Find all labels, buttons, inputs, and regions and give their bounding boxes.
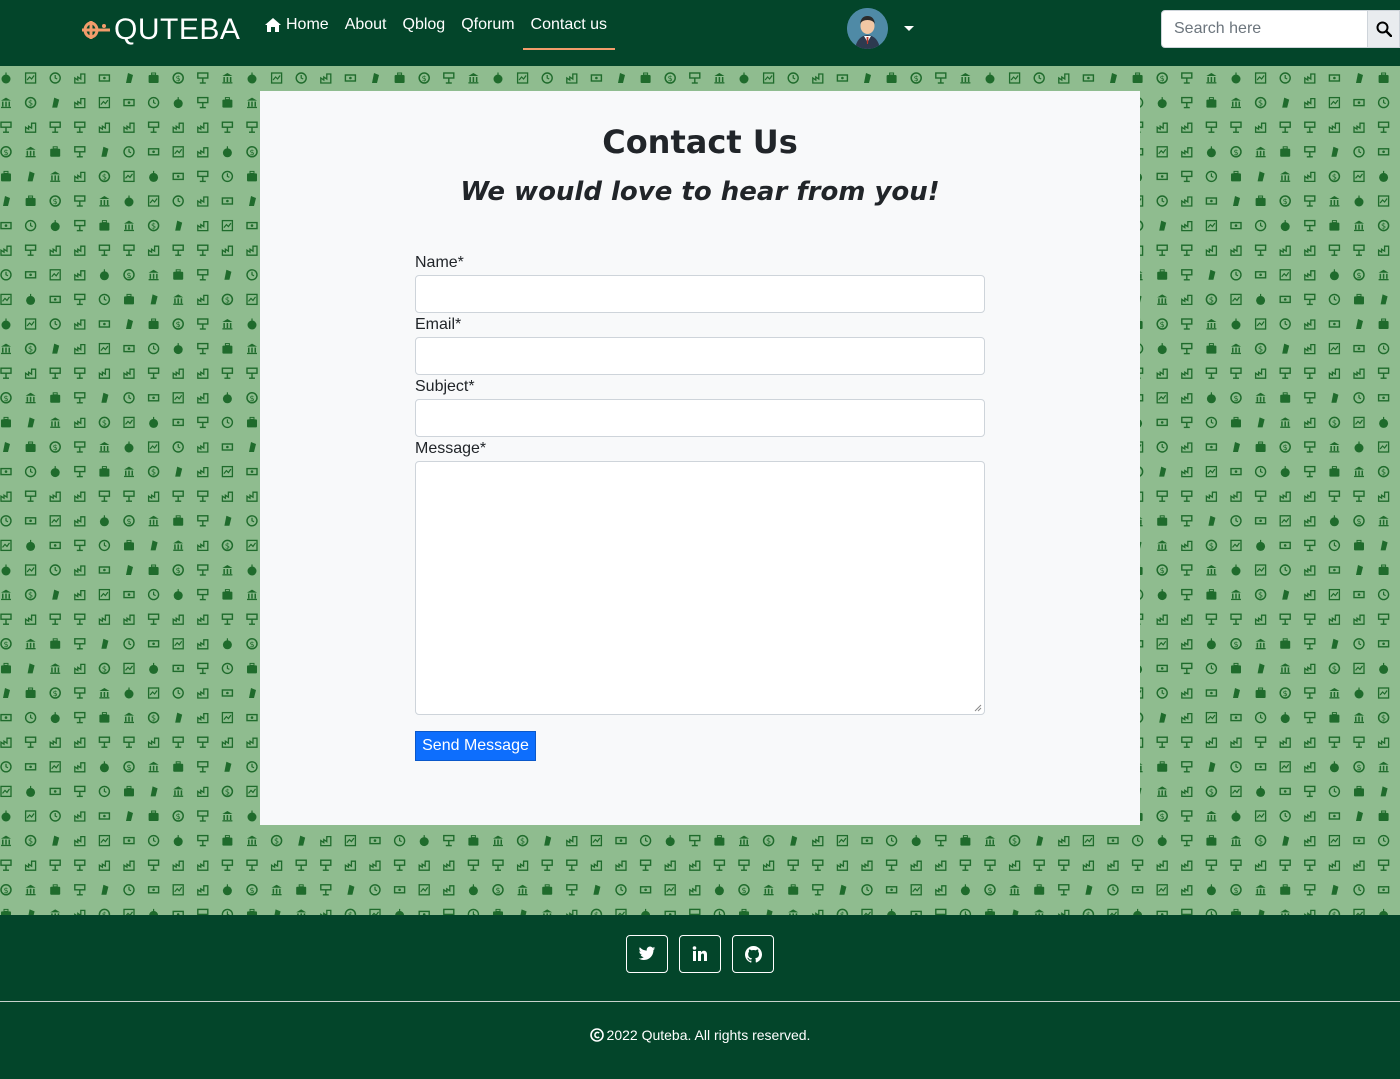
avatar[interactable] [847,8,888,49]
message-label: Message* [415,440,487,457]
chevron-down-icon[interactable] [904,26,914,31]
subject-label: Subject* [415,378,475,395]
linkedin-icon [692,946,707,961]
nav-home[interactable]: Home [256,0,337,50]
home-icon [264,17,282,33]
email-field[interactable] [415,337,985,375]
twitter-icon [638,946,656,960]
search-bar [1161,10,1400,48]
nav-qforum[interactable]: Qforum [453,0,522,50]
user-menu[interactable] [847,8,914,49]
nav-qforum-label: Qforum [461,16,515,33]
github-icon [744,945,762,963]
page-title: Contact Us [602,123,798,161]
linkedin-link[interactable] [679,935,721,973]
footer: 2022 Quteba. All rights reserved. [0,915,1400,1079]
search-icon [1376,21,1392,37]
nav-qblog[interactable]: Qblog [395,0,454,50]
name-field[interactable] [415,275,985,313]
top-navbar: QUTEBA Home About Qblog Qforum Contact u… [0,0,1400,66]
send-message-button[interactable]: Send Message [415,731,536,761]
brand-name: QUTEBA [114,13,241,46]
email-label: Email* [415,316,462,333]
message-field[interactable] [415,461,985,715]
copyright: 2022 Quteba. All rights reserved. [0,1027,1400,1043]
main-nav: Home About Qblog Qforum Contact us [256,0,616,66]
nav-home-label: Home [286,16,329,33]
name-label: Name* [415,254,464,271]
nav-about-label: About [344,16,387,33]
contact-card: Contact Us We would love to hear from yo… [260,91,1140,825]
copyright-text: 2022 Quteba. All rights reserved. [606,1027,811,1043]
footer-divider [0,1001,1400,1002]
twitter-link[interactable] [626,935,668,973]
resize-handle-icon[interactable] [974,704,982,712]
nav-about[interactable]: About [337,0,395,50]
brand-logo[interactable]: QUTEBA [80,10,240,50]
search-input[interactable] [1161,10,1368,48]
nav-contact-label: Contact us [530,16,608,33]
page-subtitle: We would love to hear from you! [460,177,940,207]
search-button[interactable] [1368,10,1400,48]
nav-qblog-label: Qblog [402,16,446,33]
nav-contact[interactable]: Contact us [522,0,616,50]
subject-field[interactable] [415,399,985,437]
logo-icon [82,21,110,39]
copyright-icon [589,1028,604,1042]
github-link[interactable] [732,935,774,973]
